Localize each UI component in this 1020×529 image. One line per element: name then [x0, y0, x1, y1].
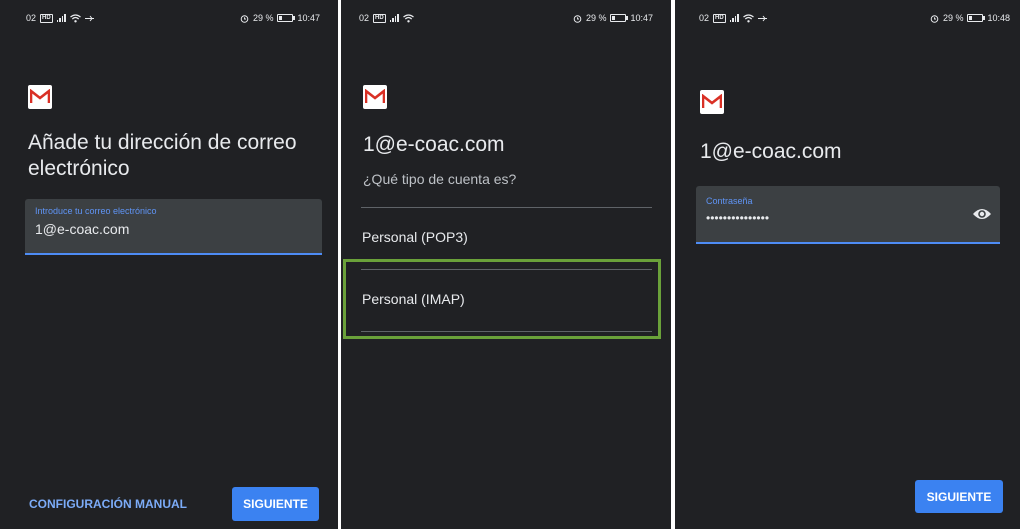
hd-badge: HD [373, 13, 386, 23]
account-email-title: 1@e-coac.com [700, 140, 842, 163]
usb-icon [84, 15, 94, 21]
status-bar: 02 HD 29 % 10:47 [341, 10, 671, 26]
clock: 10:47 [630, 13, 653, 23]
account-type-question: ¿Qué tipo de cuenta es? [363, 171, 517, 187]
email-field-value[interactable]: 1@e-coac.com [35, 221, 129, 237]
page-title: Añade tu dirección de correo electrónico [28, 131, 297, 180]
password-field-value[interactable]: ••••••••••••••• [706, 211, 769, 225]
hd-badge: HD [713, 13, 726, 23]
divider [361, 331, 652, 332]
network-label: 02 [359, 13, 370, 23]
gmail-logo-icon [363, 85, 387, 109]
battery-icon [967, 14, 986, 22]
screen-password: 02 HD 29 % 10:48 1@e-coac.com Contraseña… [675, 0, 1020, 529]
battery-icon [610, 14, 629, 22]
gmail-logo-icon [28, 85, 52, 109]
email-field[interactable]: Introduce tu correo electrónico 1@e-coac… [25, 199, 322, 255]
option-pop3[interactable]: Personal (POP3) [362, 229, 468, 245]
hd-badge: HD [40, 13, 53, 23]
battery-percent: 29 % [942, 13, 964, 23]
manual-config-button[interactable]: CONFIGURACIÓN MANUAL [29, 497, 187, 511]
email-field-label: Introduce tu correo electrónico [35, 206, 157, 216]
gmail-logo-icon [700, 90, 724, 114]
wifi-icon [742, 13, 754, 22]
status-bar: 02 HD 29 % 10:48 [675, 10, 1020, 26]
usb-icon [757, 15, 767, 21]
signal-icon [729, 14, 739, 22]
screen-add-email: 02 HD 29 % 10:47 Añade tu dirección de c… [0, 0, 338, 529]
signal-icon [56, 14, 66, 22]
option-imap[interactable]: Personal (IMAP) [362, 291, 465, 307]
screen-account-type: 02 HD 29 % 10:47 1@e-coac.com ¿Qué tipo … [341, 0, 671, 529]
account-email-title: 1@e-coac.com [363, 133, 505, 156]
wifi-icon [69, 13, 81, 22]
battery-icon [277, 14, 296, 22]
alarm-icon [573, 14, 582, 23]
clock: 10:48 [987, 13, 1010, 23]
network-label: 02 [699, 13, 710, 23]
divider [361, 269, 652, 270]
alarm-icon [240, 14, 249, 23]
next-button[interactable]: SIGUIENTE [915, 480, 1003, 513]
signal-icon [389, 14, 399, 22]
password-field[interactable]: Contraseña ••••••••••••••• [696, 186, 1000, 244]
battery-percent: 29 % [585, 13, 607, 23]
status-bar: 02 HD 29 % 10:47 [0, 10, 338, 26]
network-label: 02 [26, 13, 37, 23]
next-button[interactable]: SIGUIENTE [232, 487, 319, 521]
alarm-icon [930, 14, 939, 23]
wifi-icon [402, 13, 414, 22]
eye-icon[interactable] [972, 207, 992, 221]
battery-percent: 29 % [252, 13, 274, 23]
clock: 10:47 [297, 13, 320, 23]
divider [361, 207, 652, 208]
password-field-label: Contraseña [706, 196, 753, 206]
